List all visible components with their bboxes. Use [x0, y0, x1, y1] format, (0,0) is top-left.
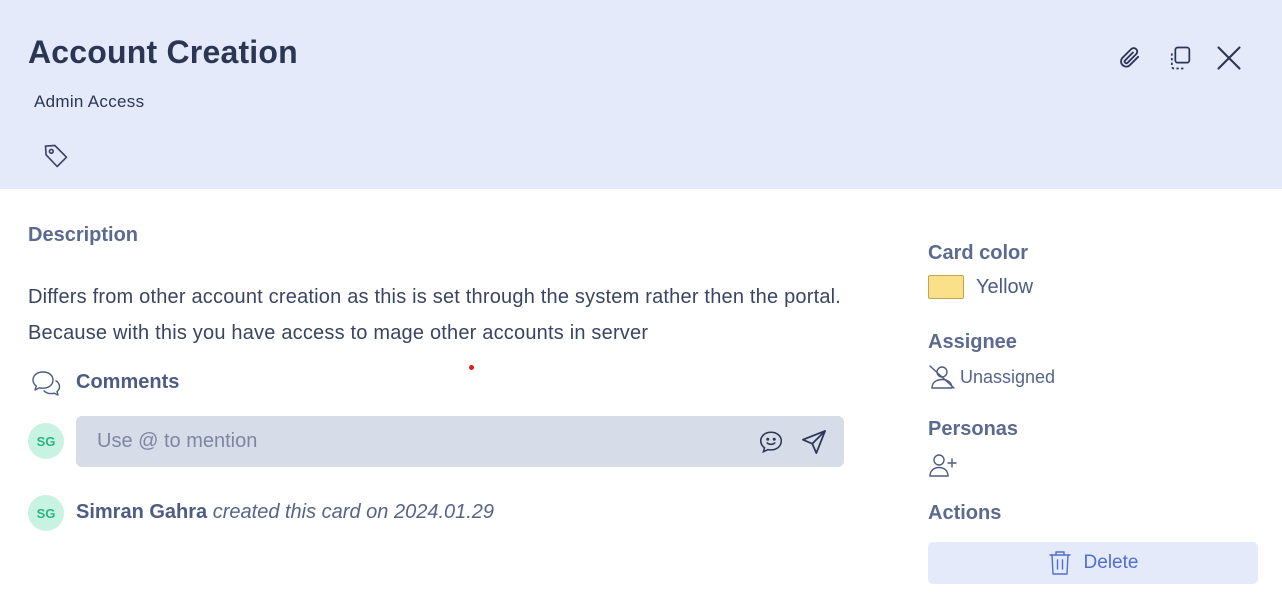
description-text[interactable]: Differs from other account creation as t… — [28, 279, 888, 351]
delete-label: Delete — [1083, 552, 1139, 573]
attach-button[interactable] — [1114, 42, 1146, 74]
card-subtitle[interactable]: Admin Access — [34, 92, 144, 112]
activity-user: Simran Gahra — [76, 501, 208, 523]
delete-button[interactable]: Delete — [928, 542, 1258, 584]
emoji-icon — [759, 431, 783, 454]
copy-button[interactable] — [1164, 42, 1196, 74]
actions-label: Actions — [928, 502, 1002, 524]
unassigned-user-icon — [929, 365, 955, 389]
card-color-picker[interactable]: Yellow — [928, 275, 1033, 299]
activity-entry: Simran Gahra created this card on 2024.0… — [76, 501, 494, 524]
tag-button[interactable] — [40, 140, 72, 172]
assignee-label: Assignee — [928, 331, 1017, 353]
paperclip-icon — [1120, 47, 1140, 68]
description-label: Description — [28, 224, 139, 246]
close-icon — [1217, 46, 1241, 70]
avatar: SG — [28, 423, 64, 459]
card-title[interactable]: Account Creation — [28, 34, 298, 71]
assignee-selector[interactable]: Unassigned — [928, 364, 1055, 390]
send-icon — [802, 430, 826, 454]
comment-box — [76, 416, 844, 467]
comments-icon — [32, 371, 61, 396]
card-header: Account Creation Admin Access — [0, 0, 1282, 189]
activity-action: created this card on 2024.01.29 — [212, 501, 495, 523]
personas-label: Personas — [928, 418, 1019, 440]
close-button[interactable] — [1213, 42, 1245, 74]
send-button[interactable] — [799, 427, 829, 457]
color-swatch — [928, 275, 964, 299]
trash-icon — [1048, 551, 1071, 575]
cursor-marker — [469, 365, 474, 370]
card-color-value: Yellow — [976, 275, 1034, 298]
copy-icon — [1170, 46, 1191, 70]
emoji-button[interactable] — [757, 428, 785, 456]
add-persona-icon[interactable] — [928, 452, 958, 478]
comment-input[interactable] — [76, 416, 746, 467]
tag-icon — [44, 144, 68, 168]
card-color-label: Card color — [928, 242, 1029, 264]
comments-label: Comments — [76, 371, 180, 393]
assignee-value: Unassigned — [960, 366, 1056, 387]
activity-avatar: SG — [28, 495, 64, 531]
